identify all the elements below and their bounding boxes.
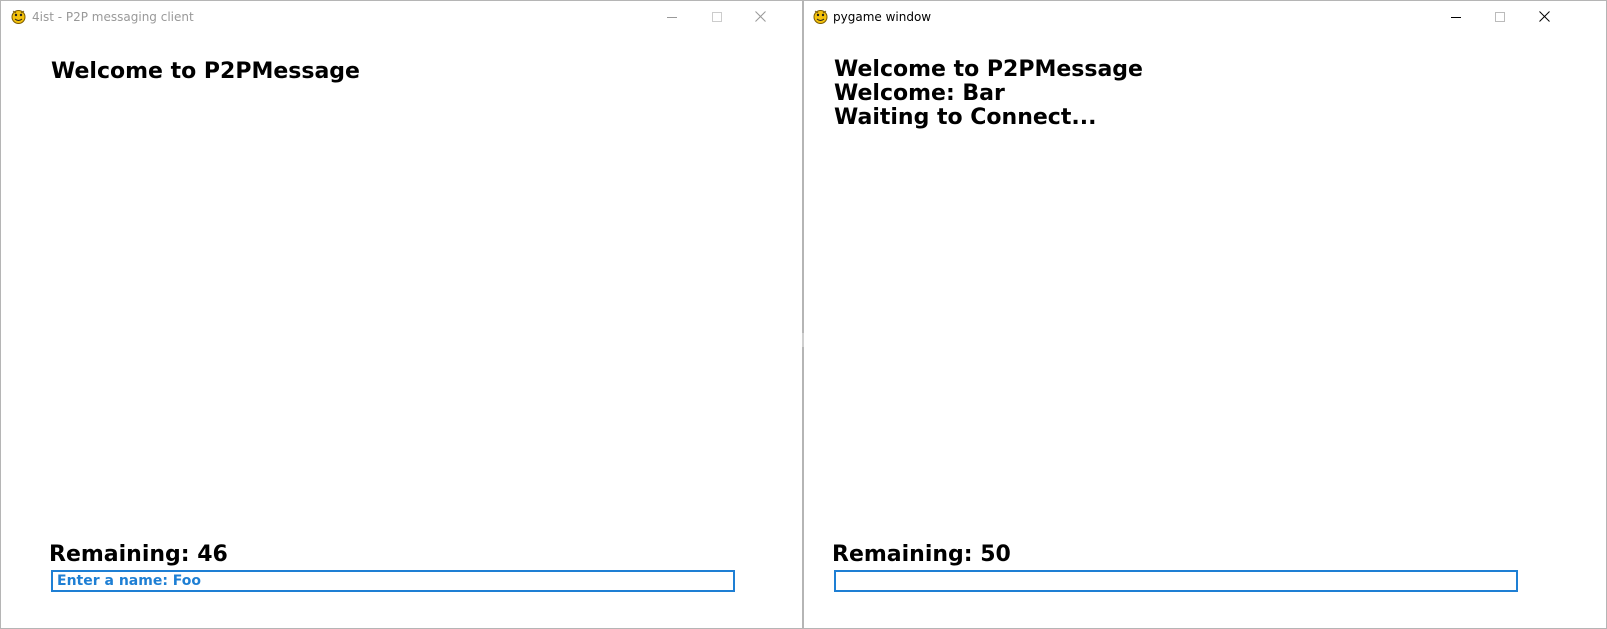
name-input-text: Enter a name: Foo (57, 573, 202, 589)
welcome-heading: Welcome to P2PMessage (834, 57, 1143, 82)
connection-status: Waiting to Connect... (834, 105, 1097, 130)
pygame-window-right: pygame window Welcome to P2PMessage Welc… (803, 0, 1607, 629)
pygame-snake-icon (11, 10, 26, 24)
p2p-client-window-left: 4ist - P2P messaging client Welcome to P… (0, 0, 803, 629)
pygame-snake-icon (813, 10, 828, 24)
message-input[interactable] (834, 570, 1518, 592)
close-icon (1539, 11, 1550, 22)
close-icon (755, 11, 766, 22)
close-button[interactable] (738, 1, 783, 32)
maximize-button[interactable] (1477, 1, 1522, 32)
window-divider (802, 333, 804, 347)
minimize-icon (1450, 16, 1461, 18)
remaining-counter: Remaining: 46 (49, 542, 228, 567)
maximize-button[interactable] (694, 1, 739, 32)
maximize-icon (1494, 11, 1505, 22)
title-bar[interactable]: 4ist - P2P messaging client (1, 1, 802, 32)
title-bar[interactable]: pygame window (804, 1, 1606, 32)
welcome-user-line: Welcome: Bar (834, 81, 1005, 106)
remaining-counter: Remaining: 50 (832, 542, 1011, 567)
minimize-button[interactable] (1433, 1, 1478, 32)
window-title: 4ist - P2P messaging client (32, 10, 194, 24)
minimize-button[interactable] (649, 1, 694, 32)
minimize-icon (666, 16, 677, 18)
close-button[interactable] (1522, 1, 1567, 32)
name-input[interactable]: Enter a name: Foo (51, 570, 735, 592)
welcome-heading: Welcome to P2PMessage (51, 59, 360, 84)
window-title: pygame window (833, 10, 932, 24)
maximize-icon (711, 11, 722, 22)
